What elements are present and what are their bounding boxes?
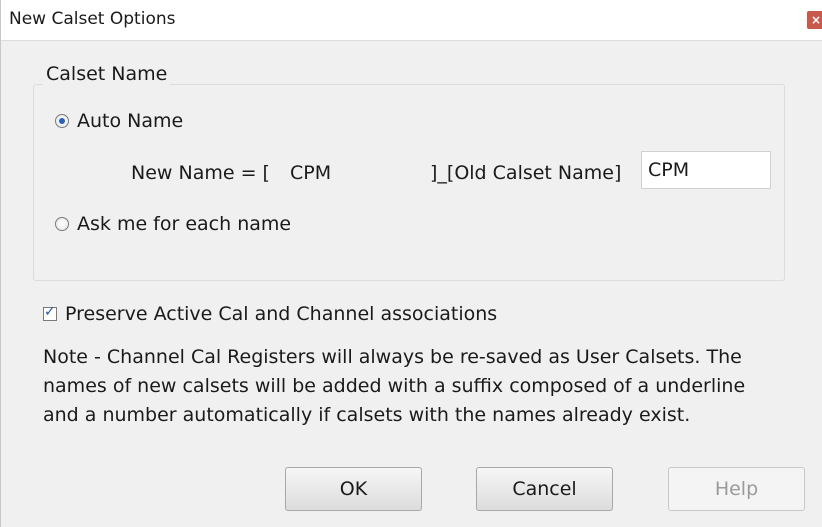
title-bar[interactable]: New Calset Options ×: [1, 0, 822, 41]
radio-selected-icon[interactable]: [55, 114, 69, 128]
note-line: names of new calsets will be added with …: [43, 375, 746, 397]
formula-prefix: New Name = [: [131, 162, 270, 184]
auto-name-radio[interactable]: Auto Name: [55, 110, 183, 132]
new-calset-options-dialog: New Calset Options × Calset Name Auto Na…: [0, 0, 822, 527]
prefix-input[interactable]: [641, 151, 771, 189]
checkbox-icon[interactable]: ✓: [43, 304, 57, 321]
formula-value: CPM: [290, 162, 332, 184]
ask-name-radio[interactable]: Ask me for each name: [55, 213, 291, 235]
note-text: Note - Channel Cal Registers will always…: [43, 343, 813, 430]
auto-name-label: Auto Name: [77, 110, 184, 132]
window-title: New Calset Options: [9, 9, 176, 29]
note-line: and a number automatically if calsets wi…: [43, 404, 691, 426]
preserve-checkbox[interactable]: ✓ Preserve Active Cal and Channel associ…: [43, 303, 497, 325]
radio-unselected-icon[interactable]: [55, 217, 69, 231]
checkmark-icon: ✓: [44, 304, 56, 320]
formula-suffix: ]_[Old Calset Name]: [430, 162, 622, 184]
note-line: Note - Channel Cal Registers will always…: [43, 346, 742, 368]
close-icon[interactable]: ×: [807, 11, 822, 29]
cancel-button[interactable]: Cancel: [476, 467, 613, 511]
preserve-label: Preserve Active Cal and Channel associat…: [65, 303, 498, 325]
group-label: Calset Name: [43, 63, 171, 85]
help-button[interactable]: Help: [668, 467, 805, 511]
ok-button[interactable]: OK: [285, 467, 422, 511]
ask-name-label: Ask me for each name: [77, 213, 292, 235]
